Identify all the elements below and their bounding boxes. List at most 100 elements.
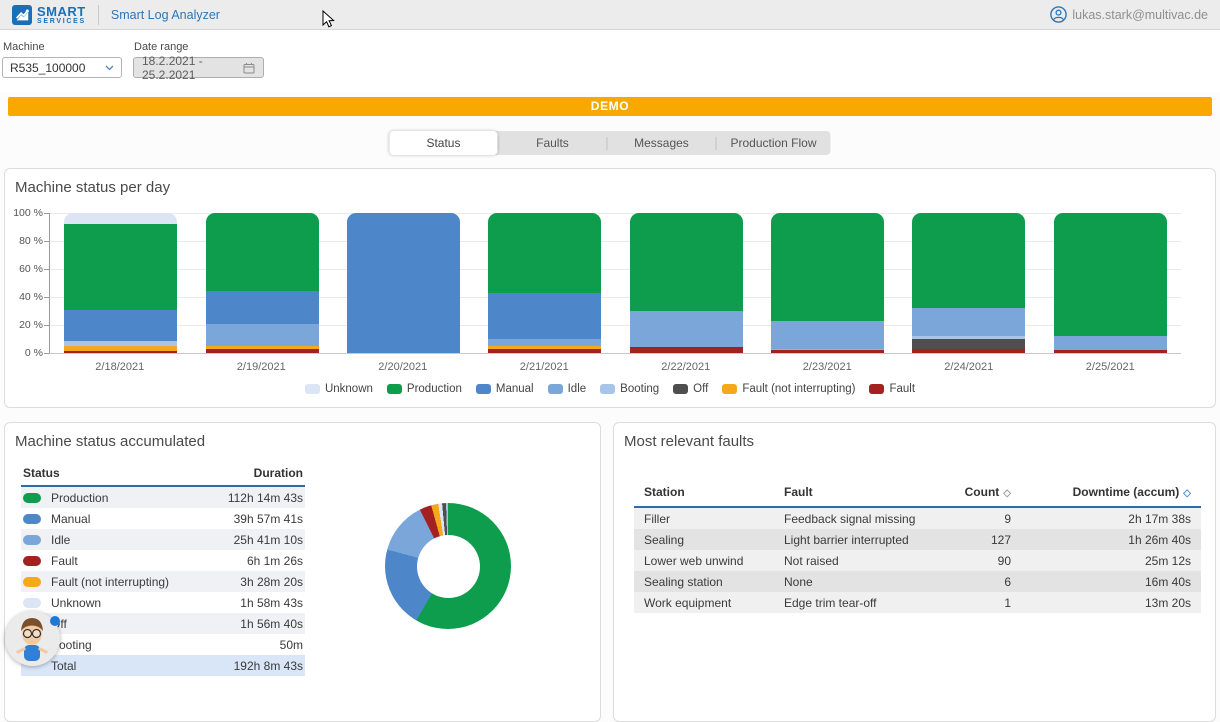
bar-segment-manual[interactable] xyxy=(64,310,177,342)
bars-row xyxy=(50,213,1181,353)
bar-segment-manual[interactable] xyxy=(488,293,601,339)
status-bar-2-22-2021[interactable] xyxy=(630,213,743,353)
legend-item-unknown[interactable]: Unknown xyxy=(305,383,373,395)
table-row-total[interactable]: Total192h 8m 43s xyxy=(21,655,305,676)
person-circle-icon xyxy=(1050,6,1067,23)
bar-segment-production[interactable] xyxy=(206,213,319,291)
user-menu[interactable]: lukas.stark@multivac.de xyxy=(1050,6,1208,23)
bar-segment-production[interactable] xyxy=(64,224,177,309)
status-bar-2-23-2021[interactable] xyxy=(771,213,884,353)
table-row-unknown[interactable]: Unknown1h 58m 43s xyxy=(21,592,305,613)
legend-item-fault[interactable]: Fault xyxy=(869,383,915,395)
bar-segment-fault[interactable] xyxy=(1054,350,1167,353)
sort-icon-downtime[interactable]: ◇ xyxy=(1183,488,1191,499)
status-chip xyxy=(23,577,41,587)
legend-chip xyxy=(600,384,615,394)
table-row-filler[interactable]: FillerFeedback signal missing92h 17m 38s xyxy=(634,508,1201,529)
legend-item-off[interactable]: Off xyxy=(673,383,708,395)
bar-segment-manual[interactable] xyxy=(347,213,460,353)
station-cell: Filler xyxy=(644,512,784,526)
table-row-idle[interactable]: Idle25h 41m 10s xyxy=(21,529,305,550)
status-bar-2-24-2021[interactable] xyxy=(912,213,1025,353)
bar-segment-fault[interactable] xyxy=(64,351,177,353)
calendar-icon[interactable] xyxy=(243,62,255,74)
bar-segment-idle[interactable] xyxy=(488,339,601,346)
y-axis-tick-label: 100 % xyxy=(6,207,43,219)
table-row-sealing[interactable]: SealingLight barrier interrupted1271h 26… xyxy=(634,529,1201,550)
bar-segment-production[interactable] xyxy=(488,213,601,293)
tab-production-flow[interactable]: Production Flow xyxy=(716,131,830,155)
column-header-fault[interactable]: Fault xyxy=(784,485,921,499)
legend-label: Booting xyxy=(620,383,659,395)
bar-segment-production[interactable] xyxy=(912,213,1025,308)
assistant-avatar-widget[interactable] xyxy=(5,611,60,666)
bar-segment-manual[interactable] xyxy=(206,291,319,323)
status-bar-2-21-2021[interactable] xyxy=(488,213,601,353)
tab-status[interactable]: Status xyxy=(389,131,497,155)
bar-segment-production[interactable] xyxy=(771,213,884,321)
status-chip xyxy=(23,598,41,608)
fault-cell: Light barrier interrupted xyxy=(784,533,921,547)
bar-segment-idle[interactable] xyxy=(771,321,884,349)
sort-icon-count[interactable]: ◇ xyxy=(1003,488,1011,499)
legend-item-fault-not-interrupting[interactable]: Fault (not interrupting) xyxy=(722,383,855,395)
column-header-count[interactable]: Count◇ xyxy=(921,485,1011,499)
bar-segment-unknown[interactable] xyxy=(64,213,177,224)
bar-segment-idle[interactable] xyxy=(630,311,743,347)
table-row-lower-web-unwind[interactable]: Lower web unwindNot raised9025m 12s xyxy=(634,550,1201,571)
legend-item-production[interactable]: Production xyxy=(387,383,462,395)
table-row-off[interactable]: Off1h 56m 40s xyxy=(21,613,305,634)
bar-slot xyxy=(50,213,191,353)
bar-segment-production[interactable] xyxy=(630,213,743,311)
table-row-sealing-station[interactable]: Sealing stationNone616m 40s xyxy=(634,571,1201,592)
legend-label: Idle xyxy=(568,383,587,395)
legend-label: Production xyxy=(407,383,462,395)
status-bar-2-18-2021[interactable] xyxy=(64,213,177,353)
table-row-fault-not-interrupting[interactable]: Fault (not interrupting)3h 28m 20s xyxy=(21,571,305,592)
duration-value: 192h 8m 43s xyxy=(234,659,303,673)
bar-segment-fault[interactable] xyxy=(771,350,884,353)
table-row-fault[interactable]: Fault6h 1m 26s xyxy=(21,550,305,571)
bar-segment-fault[interactable] xyxy=(206,349,319,353)
y-axis-tick-label: 60 % xyxy=(6,263,43,275)
bar-segment-production[interactable] xyxy=(1054,213,1167,336)
bar-segment-idle[interactable] xyxy=(206,324,319,346)
bar-slot xyxy=(474,213,615,353)
table-row-production[interactable]: Production112h 14m 43s xyxy=(21,487,305,508)
y-axis-tick xyxy=(44,353,49,354)
table-row-work-equipment[interactable]: Work equipmentEdge trim tear-off113m 20s xyxy=(634,592,1201,613)
downtime-cell: 16m 40s xyxy=(1011,575,1191,589)
column-header-station[interactable]: Station xyxy=(644,485,784,499)
demo-banner: DEMO xyxy=(8,97,1212,116)
x-axis-label: 2/21/2021 xyxy=(474,361,616,373)
tab-messages[interactable]: Messages xyxy=(607,131,715,155)
machine-select[interactable]: R535_100000 xyxy=(2,57,122,78)
status-bar-2-20-2021[interactable] xyxy=(347,213,460,353)
bar-segment-idle[interactable] xyxy=(912,308,1025,336)
date-range-label: Date range xyxy=(134,41,264,53)
status-bar-2-25-2021[interactable] xyxy=(1054,213,1167,353)
table-row-manual[interactable]: Manual39h 57m 41s xyxy=(21,508,305,529)
bar-segment-off[interactable] xyxy=(912,339,1025,349)
bar-segment-fault[interactable] xyxy=(488,349,601,353)
bar-segment-fault[interactable] xyxy=(630,347,743,353)
bar-segment-idle[interactable] xyxy=(1054,336,1167,350)
legend-chip xyxy=(305,384,320,394)
bar-segment-fault[interactable] xyxy=(912,349,1025,353)
y-axis-tick xyxy=(44,241,49,242)
legend-item-booting[interactable]: Booting xyxy=(600,383,659,395)
legend-item-idle[interactable]: Idle xyxy=(548,383,587,395)
bottom-panels: Machine status accumulated Status Durati… xyxy=(4,422,1216,722)
column-header-downtime[interactable]: Downtime (accum)◇ xyxy=(1011,485,1191,499)
legend-item-manual[interactable]: Manual xyxy=(476,383,534,395)
date-range-input[interactable]: 18.2.2021 - 25.2.2021 xyxy=(133,57,264,78)
donut-chart[interactable] xyxy=(385,503,511,629)
logo-wordmark: SMART SERVICES xyxy=(37,5,86,25)
tab-faults[interactable]: Faults xyxy=(498,131,606,155)
smart-services-logo: SMART SERVICES xyxy=(12,5,86,25)
header-divider xyxy=(98,5,99,25)
accumulated-table-header: Status Duration xyxy=(21,463,305,487)
table-row-booting[interactable]: Booting50m xyxy=(21,634,305,655)
status-bar-2-19-2021[interactable] xyxy=(206,213,319,353)
downtime-cell: 1h 26m 40s xyxy=(1011,533,1191,547)
